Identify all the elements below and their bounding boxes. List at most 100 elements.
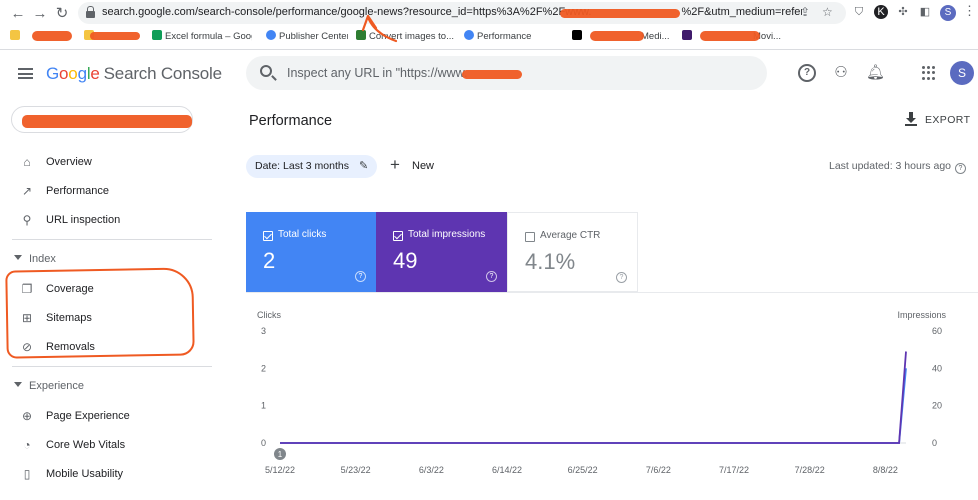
collapse-caret-icon [14, 382, 22, 387]
address-bar[interactable]: search.google.com/search-console/perform… [78, 2, 846, 24]
help-icon[interactable]: ? [616, 272, 627, 283]
checkbox-checked-icon[interactable] [393, 231, 403, 241]
puzzle-icon[interactable]: ✣ [896, 5, 910, 19]
sidebar-item-performance[interactable]: ↗ Performance [0, 177, 230, 206]
performance-chart[interactable]: Clicks Impressions 0 1 2 3 0 20 40 60 5/12/22 5/23/… [246, 293, 978, 500]
hand-drawn-arrow [361, 14, 398, 43]
redaction-mark [32, 31, 72, 41]
folder-icon [10, 30, 20, 40]
x-tick-label: 7/17/22 [719, 465, 749, 475]
account-avatar[interactable]: S [950, 61, 974, 85]
right-tick-label: 60 [932, 326, 942, 336]
bookmarks-bar: Excel formula – Goog... Publisher Center… [0, 28, 978, 48]
side-panel-icon[interactable]: ◧ [918, 5, 932, 19]
bookmark-1[interactable]: Excel formula – Goog... [152, 30, 252, 44]
redaction-mark [22, 115, 192, 128]
manage-users-icon[interactable]: ⚇ [832, 64, 850, 82]
google-icon [266, 30, 276, 40]
search-console-logo[interactable]: Google Search Console [46, 64, 222, 84]
trending-up-icon: ↗ [21, 184, 33, 198]
menu-icon[interactable] [18, 68, 33, 79]
right-axis-label: Impressions [897, 310, 946, 320]
google-icon [464, 30, 474, 40]
x-tick-label: 6/14/22 [492, 465, 522, 475]
notifications-icon[interactable]: 🔔︎ [866, 64, 885, 82]
plus-circle-icon: ⊕ [21, 409, 33, 423]
sidebar-divider [12, 239, 212, 240]
sidebar-item-url-inspection[interactable]: ⚲ URL inspection [0, 206, 230, 235]
sidebar-item-overview[interactable]: ⌂ Overview [0, 148, 230, 177]
help-icon[interactable]: ? [798, 64, 816, 82]
browser-profile-avatar[interactable]: S [940, 5, 956, 21]
right-tick-label: 40 [932, 363, 942, 373]
edit-pencil-icon: ✎ [359, 160, 369, 172]
x-tick-label: 5/12/22 [265, 465, 295, 475]
left-tick-label: 3 [261, 326, 266, 336]
checkbox-checked-icon[interactable] [263, 231, 273, 241]
redaction-mark [700, 31, 760, 41]
last-updated-text: Last updated: 3 hours ago? [829, 160, 966, 174]
lock-icon [86, 6, 95, 18]
back-icon[interactable]: ← [8, 4, 28, 24]
browser-chrome: ← → ↻ search.google.com/search-console/p… [0, 0, 978, 50]
x-tick-label: 6/3/22 [419, 465, 444, 475]
plus-icon: + [390, 155, 400, 174]
phone-icon: ▯ [23, 467, 31, 481]
x-tick-label: 7/6/22 [646, 465, 671, 475]
left-tick-label: 2 [261, 363, 266, 373]
performance-chart-container: Clicks Impressions 0 1 2 3 0 20 40 60 5/12/22 5/23/… [246, 292, 978, 500]
medium-icon [572, 30, 582, 40]
metric-card-total-impressions[interactable]: Total impressions 49 ? [376, 212, 507, 292]
speedometer-icon: ◔ [23, 438, 31, 452]
redaction-mark [560, 9, 680, 18]
sidebar-section-experience[interactable]: Experience [0, 375, 230, 397]
left-tick-label: 0 [261, 438, 266, 448]
redaction-mark [462, 70, 522, 79]
metric-cards: Total clicks 2 ? Total impressions 49 ? … [246, 212, 966, 292]
sidebar-divider [12, 366, 212, 367]
main-content: Performance EXPORT Date: Last 3 months ✎… [230, 98, 978, 500]
sidebar: ⌂ Overview ↗ Performance ⚲ URL inspectio… [0, 98, 230, 500]
home-icon: ⌂ [23, 155, 31, 169]
page-title: Performance [249, 113, 333, 129]
inspect-url-input[interactable] [287, 63, 757, 83]
reload-icon[interactable]: ↻ [52, 4, 72, 24]
search-icon [260, 65, 272, 77]
star-icon[interactable]: ☆ [822, 5, 833, 19]
checkbox-unchecked-icon[interactable] [525, 232, 535, 242]
x-tick-label: 8/8/22 [873, 465, 898, 475]
forward-icon[interactable]: → [30, 4, 50, 24]
right-tick-label: 0 [932, 438, 937, 448]
movie-site-icon [682, 30, 692, 40]
help-icon[interactable]: ? [955, 163, 966, 174]
help-icon[interactable]: ? [355, 271, 366, 282]
bookmark-4[interactable]: Performance [464, 30, 564, 44]
sidebar-item-core-web-vitals[interactable]: ◔ Core Web Vitals [0, 431, 230, 460]
annotation-marker-label: 1 [278, 450, 283, 459]
sidebar-item-page-experience[interactable]: ⊕ Page Experience [0, 402, 230, 431]
sidebar-section-index[interactable]: Index [0, 248, 230, 270]
redaction-mark [90, 32, 140, 40]
metric-card-average-ctr[interactable]: Average CTR 4.1% ? [507, 212, 638, 292]
search-icon: ⚲ [22, 213, 32, 227]
series-line-clicks [280, 368, 907, 444]
hand-drawn-highlight-circle [5, 267, 195, 359]
left-axis-label: Clicks [257, 310, 281, 320]
browser-menu-icon[interactable]: ⋮ [963, 3, 976, 19]
help-icon[interactable]: ? [486, 271, 497, 282]
google-apps-icon[interactable] [922, 66, 936, 80]
x-tick-label: 5/23/22 [341, 465, 371, 475]
share-icon[interactable]: ⇪ [800, 5, 810, 19]
x-tick-label: 6/25/22 [568, 465, 598, 475]
series-line-impressions [280, 351, 907, 444]
shield-extension-icon[interactable]: ⛉ [852, 5, 866, 19]
url-text: search.google.com/search-console/perform… [102, 6, 802, 18]
extension-k-icon[interactable]: K [874, 5, 888, 19]
sidebar-item-mobile-usability[interactable]: ▯ Mobile Usability [0, 460, 230, 489]
date-filter-chip[interactable]: Date: Last 3 months ✎ [246, 155, 377, 178]
collapse-caret-icon [14, 255, 22, 260]
left-tick-label: 1 [261, 401, 266, 411]
redaction-mark [590, 31, 644, 41]
metric-card-total-clicks[interactable]: Total clicks 2 ? [246, 212, 376, 292]
right-tick-label: 20 [932, 401, 942, 411]
